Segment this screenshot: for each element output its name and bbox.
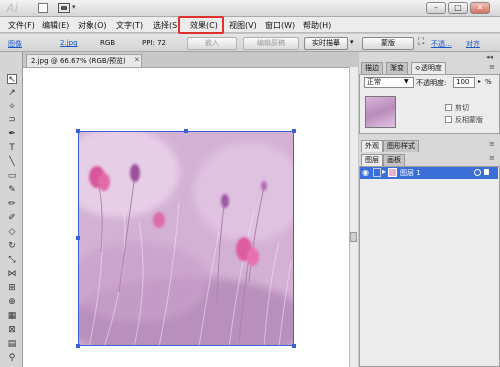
tab-artboards[interactable]: 画板: [383, 154, 405, 166]
placed-image[interactable]: [78, 131, 294, 346]
edit-original-button[interactable]: 编辑原稿: [243, 37, 299, 50]
chevron-down-icon[interactable]: ▼: [404, 78, 409, 85]
selection-handle[interactable]: [76, 344, 80, 348]
menu-item-2[interactable]: 对象(O): [78, 20, 107, 31]
menu-item-6[interactable]: 视图(V): [229, 20, 257, 31]
invert-mask-label: 反相蒙版: [455, 116, 483, 124]
arrange-documents-button[interactable]: [58, 3, 70, 13]
maximize-button[interactable]: □: [448, 2, 468, 14]
menu-bar: 文件(F) 编辑(E) 对象(O) 文字(T) 选择(S 效果(C) 视图(V) 窗口(W) 帮…: [0, 17, 500, 33]
opacity-input[interactable]: 100: [453, 77, 475, 88]
panel-menu-icon[interactable]: ≡: [489, 140, 495, 148]
scrollbar-thumb[interactable]: [350, 232, 357, 242]
menu-item-7[interactable]: 窗口(W): [265, 20, 295, 31]
line-tool-icon[interactable]: ╲: [7, 157, 17, 167]
close-button[interactable]: ✕: [470, 2, 490, 14]
tab-layers[interactable]: 图层: [361, 154, 383, 166]
shape-builder-tool-icon[interactable]: ⊕: [7, 297, 17, 307]
file-name-link[interactable]: 2.jpg: [60, 39, 78, 47]
live-trace-button[interactable]: 实时描摹: [304, 37, 348, 50]
expand-arrow-icon[interactable]: ▸: [382, 167, 386, 176]
gradient-tool-icon[interactable]: ▤: [7, 339, 17, 349]
selection-handle[interactable]: [292, 129, 296, 133]
menu-item-8[interactable]: 帮助(H): [303, 20, 331, 31]
flower-photo: [79, 132, 293, 345]
document-tab-title: 2.jpg @ 66.67% (RGB/预览): [31, 57, 126, 65]
clip-checkbox[interactable]: [445, 104, 452, 111]
chevron-down-icon[interactable]: ▾: [350, 38, 354, 46]
opacity-unit: %: [485, 78, 492, 86]
selection-handle[interactable]: [76, 236, 80, 240]
align-link[interactable]: 对齐: [466, 39, 480, 49]
transform-icon[interactable]: ⛶: [418, 37, 424, 47]
menu-item-0[interactable]: 文件(F): [8, 20, 35, 31]
panel-menu-icon[interactable]: ≡: [489, 154, 495, 162]
eyedropper-tool-icon[interactable]: ⚲: [7, 353, 17, 363]
object-thumbnail: [365, 96, 396, 128]
document-tab[interactable]: 2.jpg @ 66.67% (RGB/预览): [26, 54, 142, 67]
layers-panel: [359, 166, 500, 367]
rotate-tool-icon[interactable]: ↻: [7, 241, 17, 251]
type-tool-icon[interactable]: T: [7, 143, 17, 153]
eye-icon[interactable]: ◉: [362, 168, 369, 177]
menu-item-4[interactable]: 选择(S: [153, 20, 177, 31]
panel-menu-icon[interactable]: ≡: [489, 63, 495, 71]
pen-tool-icon[interactable]: ✒: [7, 129, 17, 139]
tab-gradient[interactable]: 渐变: [386, 62, 408, 74]
tab-transparency[interactable]: ≎透明度: [411, 62, 446, 74]
color-mode-label: RGB: [100, 39, 116, 47]
mesh-tool-icon[interactable]: ⊠: [7, 325, 17, 335]
opacity-link[interactable]: 不透...: [431, 39, 452, 49]
layer-name[interactable]: 图层 1: [400, 168, 421, 178]
eraser-tool-icon[interactable]: ◇: [7, 227, 17, 237]
chevron-down-icon[interactable]: ▾: [72, 3, 76, 11]
control-bar: 图像 2.jpg RGB PPI: 72 嵌入 编辑原稿 实时描摹 ▾ 蒙版 ⛶…: [0, 34, 500, 52]
tab-appearance[interactable]: 外观: [361, 140, 383, 152]
tab-stroke[interactable]: 描边: [361, 62, 383, 74]
embed-button[interactable]: 嵌入: [187, 37, 237, 50]
lock-toggle[interactable]: [373, 168, 381, 177]
tab-graphic-styles[interactable]: 图形样式: [383, 140, 419, 152]
invert-mask-checkbox[interactable]: [445, 116, 452, 123]
title-bar: Ai ▾ – □ ✕: [0, 0, 500, 17]
perspective-grid-tool-icon[interactable]: ▦: [7, 311, 17, 321]
opacity-label: 不透明度:: [416, 79, 447, 87]
object-type-link[interactable]: 图像: [8, 39, 22, 49]
layer-target-icon[interactable]: [474, 169, 481, 176]
menu-item-1[interactable]: 编辑(E): [42, 20, 69, 31]
pencil-tool-icon[interactable]: ✏: [7, 199, 17, 209]
rectangle-tool-icon[interactable]: ▭: [7, 171, 17, 181]
bridge-button[interactable]: [38, 3, 48, 13]
menu-item-3[interactable]: 文字(T): [116, 20, 143, 31]
collapse-panels-icon[interactable]: ◂◂: [486, 53, 493, 61]
selection-handle[interactable]: [76, 129, 80, 133]
layer-selection-indicator[interactable]: [484, 169, 489, 175]
clip-label: 剪切: [455, 104, 469, 112]
ppi-label: PPI: 72: [142, 39, 166, 47]
lasso-tool-icon[interactable]: ⊃: [7, 115, 17, 125]
selection-tool-icon[interactable]: ↖: [7, 74, 17, 85]
selection-handle[interactable]: [292, 344, 296, 348]
selection-handle[interactable]: [184, 129, 188, 133]
free-transform-tool-icon[interactable]: ⊞: [7, 283, 17, 293]
close-icon[interactable]: ✕: [134, 56, 140, 64]
effect-menu-highlight: [178, 16, 224, 34]
app-logo: Ai: [6, 1, 18, 15]
paintbrush-tool-icon[interactable]: ✎: [7, 185, 17, 195]
mask-button[interactable]: 蒙版: [362, 37, 414, 50]
blob-brush-tool-icon[interactable]: ✐: [7, 213, 17, 223]
scale-tool-icon[interactable]: ⤡: [7, 255, 17, 265]
minimize-button[interactable]: –: [426, 2, 446, 14]
width-tool-icon[interactable]: ⋈: [7, 269, 17, 279]
magic-wand-tool-icon[interactable]: ✧: [7, 102, 17, 112]
direct-selection-tool-icon[interactable]: ↗: [7, 88, 17, 98]
vertical-scrollbar[interactable]: [349, 67, 358, 367]
chevron-right-icon[interactable]: ▸: [478, 78, 481, 85]
layer-thumbnail: [388, 168, 397, 177]
tools-panel: ↖ ↗ ✧ ⊃ ✒ T ╲ ▭ ✎ ✏ ✐ ◇ ↻ ⤡ ⋈ ⊞ ⊕ ▦ ⊠ ▤ …: [0, 52, 23, 367]
